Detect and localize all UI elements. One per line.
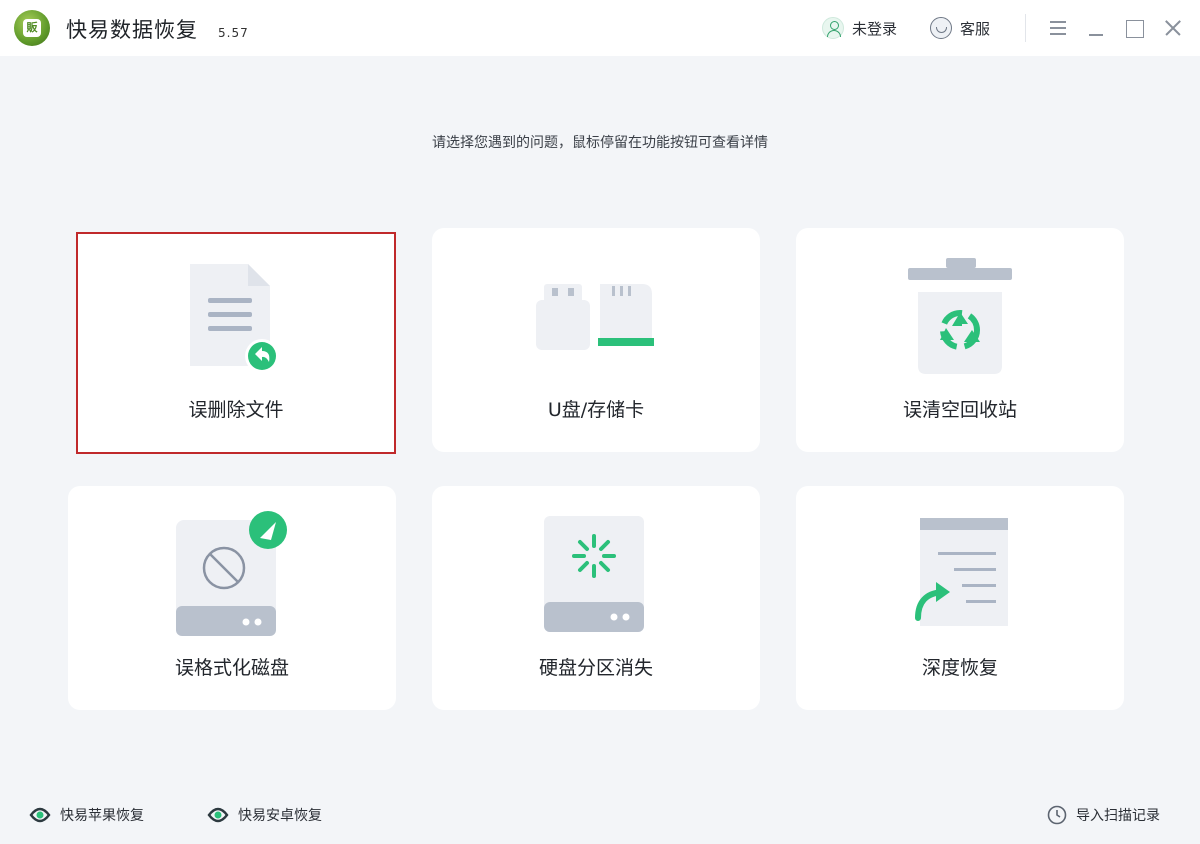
apple-recovery-label: 快易苹果恢复	[60, 808, 144, 824]
footer-bar	[0, 784, 1200, 844]
app-version: 5.57	[218, 26, 249, 40]
card-formatted-disk[interactable]: 误格式化磁盘	[68, 486, 396, 710]
service-label: 客服	[960, 19, 991, 38]
deep-recovery-icon	[915, 518, 1008, 626]
card-label: 误删除文件	[188, 399, 284, 421]
login-button[interactable]: 未登录	[822, 16, 897, 40]
header-divider	[1025, 14, 1026, 42]
android-recovery-icon	[207, 807, 229, 823]
recycle-bin-icon	[908, 258, 1012, 374]
card-label: 硬盘分区消失	[538, 657, 653, 679]
card-missing-partition[interactable]: 硬盘分区消失	[432, 486, 760, 710]
partition-loading-icon	[544, 516, 644, 632]
card-deleted-files[interactable]: 误删除文件	[76, 232, 396, 454]
customer-service-button[interactable]: 客服	[930, 16, 990, 40]
title-bar: 販 快易数据恢复 5.57 未登录 客服	[0, 0, 1200, 56]
login-label: 未登录	[852, 19, 898, 38]
app-logo-text: 販	[23, 19, 41, 37]
card-recycle-bin[interactable]: 误清空回收站	[796, 228, 1124, 452]
close-button[interactable]	[1161, 16, 1185, 40]
card-label: 误清空回收站	[902, 399, 1017, 421]
maximize-button[interactable]	[1122, 16, 1146, 40]
card-deep-recovery[interactable]: 深度恢复	[796, 486, 1124, 710]
formatted-disk-icon	[176, 511, 287, 636]
minimize-button[interactable]	[1084, 16, 1108, 40]
card-usb-sdcard[interactable]: U盘/存储卡	[432, 228, 760, 452]
menu-button[interactable]	[1046, 16, 1070, 40]
card-label: U盘/存储卡	[547, 399, 645, 421]
app-title: 快易数据恢复	[66, 18, 198, 42]
app-logo: 販	[14, 10, 50, 46]
history-clock-icon	[1047, 805, 1067, 825]
usb-sdcard-icon	[536, 284, 654, 350]
instruction-hint: 请选择您遇到的问题，鼠标停留在功能按钮可查看详情	[432, 135, 768, 151]
apple-recovery-icon	[29, 807, 51, 823]
card-label: 误格式化磁盘	[174, 657, 289, 679]
card-label: 深度恢复	[921, 657, 998, 679]
android-recovery-link[interactable]: 快易安卓恢复	[206, 803, 322, 827]
apple-recovery-link[interactable]: 快易苹果恢复	[28, 803, 144, 827]
import-scan-record-label: 导入扫描记录	[1076, 808, 1160, 824]
import-scan-record-link[interactable]: 导入扫描记录	[1046, 803, 1160, 827]
headset-icon	[930, 17, 952, 39]
document-restore-icon	[190, 264, 279, 373]
android-recovery-label: 快易安卓恢复	[238, 808, 322, 824]
user-icon	[822, 17, 844, 39]
